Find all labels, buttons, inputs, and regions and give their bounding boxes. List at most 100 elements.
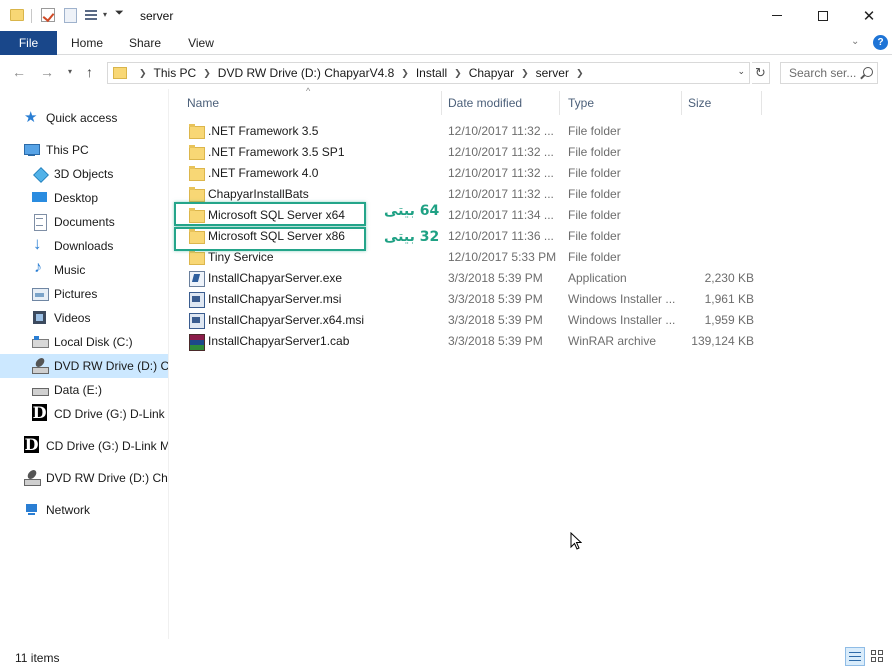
item-count: 11 items [15, 651, 60, 665]
tab-share[interactable]: Share [121, 31, 169, 55]
address-bar[interactable]: ❯ This PC ❯ DVD RW Drive (D:) ChapyarV4.… [107, 62, 750, 84]
help-icon[interactable]: ? [873, 35, 888, 50]
title-bar: ▾ ⏷ server ✕ [0, 0, 892, 31]
sidebar-item-videos[interactable]: Videos [0, 306, 168, 330]
file-row[interactable]: .NET Framework 3.5 12/10/2017 11:32 ... … [184, 121, 764, 142]
sidebar-item-data-drive[interactable]: Data (E:) [0, 378, 168, 402]
file-size [684, 121, 754, 142]
up-arrow-icon[interactable]: ↑ [86, 64, 93, 80]
customize-toolbar-icon[interactable]: ⏷ [115, 7, 124, 23]
quick-access-dropdown-icon[interactable]: ▾ [103, 10, 107, 26]
column-divider[interactable] [441, 91, 442, 115]
file-row[interactable]: .NET Framework 4.0 12/10/2017 11:32 ... … [184, 163, 764, 184]
file-row[interactable]: .NET Framework 3.5 SP1 12/10/2017 11:32 … [184, 142, 764, 163]
download-icon [32, 234, 48, 254]
desktop-icon [32, 190, 48, 206]
sidebar-item-pictures[interactable]: Pictures [0, 282, 168, 306]
properties-icon[interactable] [85, 8, 99, 22]
chevron-right-icon[interactable]: ❯ [454, 68, 462, 79]
sidebar-item-documents[interactable]: Documents [0, 210, 168, 234]
sidebar-item-dvd-drive-root[interactable]: DVD RW Drive (D:) Cha [0, 466, 168, 490]
file-date: 12/10/2017 11:32 ... [448, 166, 554, 180]
details-view-button[interactable] [845, 647, 865, 666]
maximize-button[interactable] [800, 0, 846, 31]
column-header-type[interactable]: Type [568, 89, 594, 117]
properties-check-icon[interactable] [41, 8, 55, 22]
close-icon: ✕ [862, 7, 876, 25]
chevron-down-icon[interactable]: ⌄ [737, 66, 745, 77]
folder-icon[interactable] [10, 9, 24, 21]
file-row[interactable]: InstallChapyarServer.x64.msi 3/3/2018 5:… [184, 310, 764, 331]
file-type: File folder [568, 187, 621, 201]
sidebar-item-label: Data (E:) [54, 383, 103, 397]
sidebar-item-cd-drive[interactable]: CD Drive (G:) D-Link M [0, 402, 168, 426]
tab-home[interactable]: Home [62, 31, 112, 55]
file-row[interactable]: InstallChapyarServer1.cab 3/3/2018 5:39 … [184, 331, 764, 352]
recent-locations-icon[interactable]: ▾ [68, 67, 72, 76]
sidebar-item-desktop[interactable]: Desktop [0, 186, 168, 210]
search-input[interactable] [781, 63, 861, 83]
breadcrumb-chapyar[interactable]: Chapyar [469, 66, 514, 80]
column-header-size[interactable]: Size [688, 89, 711, 117]
large-icons-view-button[interactable] [868, 647, 888, 666]
sidebar-item-label: Documents [54, 215, 115, 229]
file-size: 1,961 KB [704, 292, 754, 306]
file-type: Windows Installer ... [568, 313, 676, 327]
column-header-name[interactable]: Name [187, 89, 219, 117]
sidebar-item-3d-objects[interactable]: 3D Objects [0, 162, 168, 186]
chevron-right-icon[interactable]: ❯ [203, 68, 211, 79]
expand-ribbon-icon[interactable]: ⌄ [851, 36, 859, 47]
breadcrumb-install[interactable]: Install [416, 66, 447, 80]
sidebar-item-downloads[interactable]: Downloads [0, 234, 168, 258]
breadcrumb-this-pc[interactable]: This PC [154, 66, 197, 80]
new-folder-icon[interactable] [64, 8, 77, 23]
close-button[interactable]: ✕ [846, 0, 892, 31]
forward-arrow-icon[interactable]: → [40, 64, 54, 80]
chevron-right-icon[interactable]: ❯ [139, 68, 147, 79]
folder-icon [188, 166, 205, 181]
sidebar-item-quick-access[interactable]: Quick access [0, 106, 168, 130]
file-size [684, 226, 754, 247]
breadcrumb-dvd-drive[interactable]: DVD RW Drive (D:) ChapyarV4.8 [218, 66, 394, 80]
pane-divider[interactable] [168, 89, 169, 639]
column-header-date[interactable]: Date modified [448, 89, 522, 117]
pictures-icon [32, 286, 49, 302]
file-size [684, 205, 754, 226]
file-size: 1,959 KB [704, 313, 754, 327]
file-name: InstallChapyarServer.x64.msi [208, 313, 365, 327]
sidebar-item-local-disk[interactable]: Local Disk (C:) [0, 330, 168, 354]
minimize-button[interactable] [754, 0, 800, 31]
sidebar-item-this-pc[interactable]: This PC [0, 138, 168, 162]
folder-icon [113, 67, 127, 79]
back-arrow-icon[interactable]: ← [12, 64, 26, 80]
tab-view[interactable]: View [180, 31, 222, 55]
sidebar-item-cd-drive-root[interactable]: CD Drive (G:) D-Link M [0, 434, 168, 458]
search-box[interactable] [780, 62, 878, 84]
chevron-right-icon[interactable]: ❯ [576, 68, 584, 79]
sidebar-item-music[interactable]: Music [0, 258, 168, 282]
column-divider[interactable] [761, 91, 762, 115]
sidebar-item-dvd-drive[interactable]: DVD RW Drive (D:) Ch [0, 354, 168, 378]
search-icon[interactable] [863, 67, 873, 77]
file-name: .NET Framework 3.5 SP1 [208, 145, 345, 159]
ribbon: File Home Share View ⌄ ? [0, 31, 892, 55]
chevron-right-icon[interactable]: ❯ [521, 68, 529, 79]
column-divider[interactable] [681, 91, 682, 115]
breadcrumb-server[interactable]: server [536, 66, 569, 80]
file-date: 12/10/2017 11:32 ... [448, 145, 554, 159]
file-row[interactable]: InstallChapyarServer.exe 3/3/2018 5:39 P… [184, 268, 764, 289]
file-date: 3/3/2018 5:39 PM [448, 334, 543, 348]
sidebar-item-network[interactable]: Network [0, 498, 168, 522]
sort-ascending-icon: ^ [306, 86, 311, 96]
videos-icon [32, 310, 48, 326]
tab-file[interactable]: File [0, 31, 57, 55]
file-type: File folder [568, 145, 621, 159]
chevron-right-icon[interactable]: ❯ [401, 68, 409, 79]
cab-icon [188, 334, 205, 351]
mouse-cursor-icon [570, 532, 582, 550]
file-row[interactable]: InstallChapyarServer.msi 3/3/2018 5:39 P… [184, 289, 764, 310]
file-date: 12/10/2017 11:32 ... [448, 124, 554, 138]
column-divider[interactable] [559, 91, 560, 115]
sidebar-item-label: This PC [46, 143, 89, 157]
refresh-button[interactable]: ↻ [752, 62, 770, 84]
